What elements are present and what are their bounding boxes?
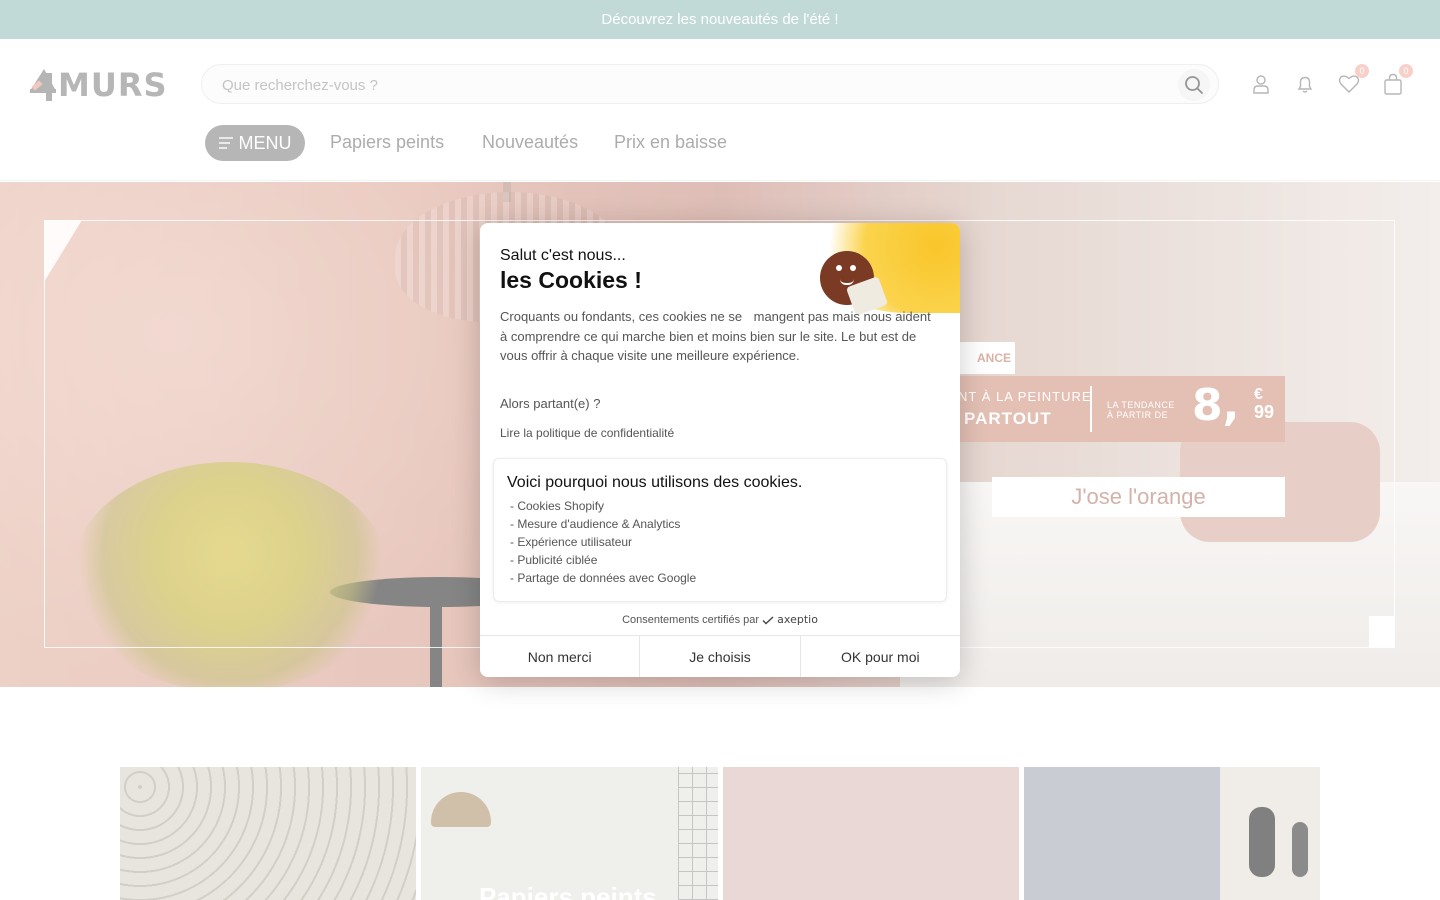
cookie-purposes-list: - Cookies Shopify - Mesure d'audience & …: [510, 497, 696, 587]
list-item: - Partage de données avec Google: [510, 571, 697, 585]
modal-greeting: Salut c'est nous...: [500, 247, 626, 264]
certification-text: Consentements certifiés par: [622, 614, 760, 626]
list-item: - Cookies Shopify: [510, 499, 605, 513]
cookie-purposes-box: Voici pourquoi nous utilisons des cookie…: [493, 458, 947, 602]
axeptio-check-icon: [762, 616, 774, 625]
choose-cookies-button[interactable]: Je choisis: [640, 636, 801, 677]
modal-description-first: Croquants ou fondants, ces cookies ne se: [500, 309, 743, 324]
certification-line: Consentements certifiés par axeptio: [480, 613, 960, 626]
accept-cookies-button[interactable]: OK pour moi: [800, 636, 960, 677]
list-item: - Mesure d'audience & Analytics: [510, 517, 681, 531]
list-item: - Publicité ciblée: [510, 553, 598, 567]
cookie-purposes-title: Voici pourquoi nous utilisons des cookie…: [507, 474, 803, 491]
refuse-cookies-button[interactable]: Non merci: [480, 636, 641, 677]
modal-title: les Cookies !: [500, 267, 642, 293]
modal-question: Alors partant(e) ?: [500, 396, 601, 411]
modal-button-row: Non merci Je choisis OK pour moi: [480, 635, 960, 677]
modal-description: Croquants ou fondants, ces cookies ne se…: [500, 307, 940, 366]
list-item: - Expérience utilisateur: [510, 535, 633, 549]
privacy-policy-link[interactable]: Lire la politique de confidentialité: [500, 426, 674, 440]
certification-brand[interactable]: axeptio: [777, 613, 818, 626]
cookie-consent-modal: Salut c'est nous... les Cookies ! Croqua…: [480, 223, 960, 677]
